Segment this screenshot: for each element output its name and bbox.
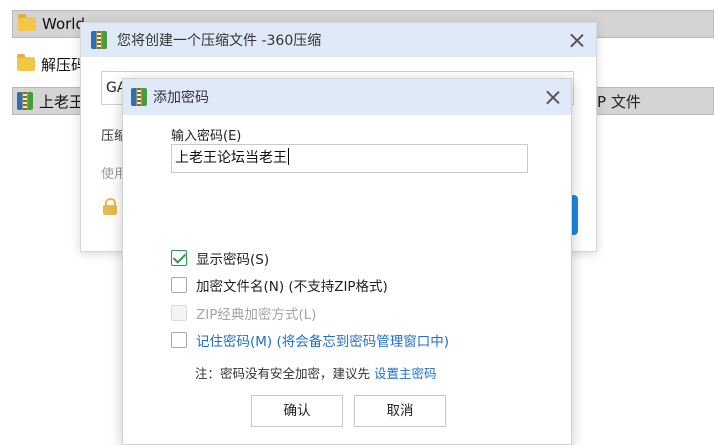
file-type-label: P 文件 (597, 92, 641, 111)
close-icon[interactable] (546, 90, 560, 104)
dialog-titlebar: 您将创建一个压缩文件 -360压缩 (81, 23, 596, 57)
option-label: ZIP经典加密方式(L) (196, 307, 317, 323)
close-icon[interactable] (570, 33, 584, 47)
folder-icon (18, 14, 36, 31)
explorer-row-label: World (42, 15, 85, 33)
archive-icon (17, 92, 33, 110)
show-password-checkbox[interactable] (171, 250, 187, 266)
confirm-button[interactable]: 确认 (251, 395, 343, 427)
remember-password-option[interactable]: 记住密码(M) (将会备忘到密码管理窗口中) (171, 330, 449, 350)
dialog-titlebar: 添加密码 (123, 79, 571, 115)
add-password-dialog: 添加密码 输入密码(E) 上老王论坛当老王 显示密码(S) 加密文件名(N) (… (122, 78, 572, 445)
remember-password-checkbox[interactable] (171, 332, 187, 348)
option-label: 记住密码(M) (将会备忘到密码管理窗口中) (196, 334, 450, 350)
dialog-title: 添加密码 (153, 90, 209, 106)
app-icon (131, 88, 147, 106)
password-label: 输入密码(E) (171, 129, 242, 144)
text-caret (288, 148, 289, 165)
note-text: 注：密码没有安全加密，建议先 (195, 366, 371, 381)
folder-icon (17, 54, 35, 71)
set-master-password-link[interactable]: 设置主密码 (374, 366, 437, 381)
show-password-option[interactable]: 显示密码(S) (171, 248, 269, 268)
zip-classic-encryption-option: ZIP经典加密方式(L) (171, 303, 316, 323)
security-note: 注：密码没有安全加密，建议先 设置主密码 (195, 363, 437, 382)
password-value: 上老王论坛当老王 (175, 150, 287, 166)
zip-classic-encryption-checkbox (171, 305, 187, 321)
option-label: 显示密码(S) (196, 252, 270, 268)
cancel-button[interactable]: 取消 (354, 395, 446, 427)
app-icon (91, 31, 107, 49)
encrypt-filenames-option[interactable]: 加密文件名(N) (不支持ZIP格式) (171, 275, 388, 295)
explorer-row-label: 上老王 (39, 92, 85, 111)
lock-icon[interactable] (103, 198, 117, 215)
password-field[interactable]: 上老王论坛当老王 (171, 144, 528, 173)
encrypt-filenames-checkbox[interactable] (171, 277, 187, 293)
dialog-title: 您将创建一个压缩文件 -360压缩 (117, 33, 322, 49)
option-label: 加密文件名(N) (不支持ZIP格式) (196, 279, 388, 295)
